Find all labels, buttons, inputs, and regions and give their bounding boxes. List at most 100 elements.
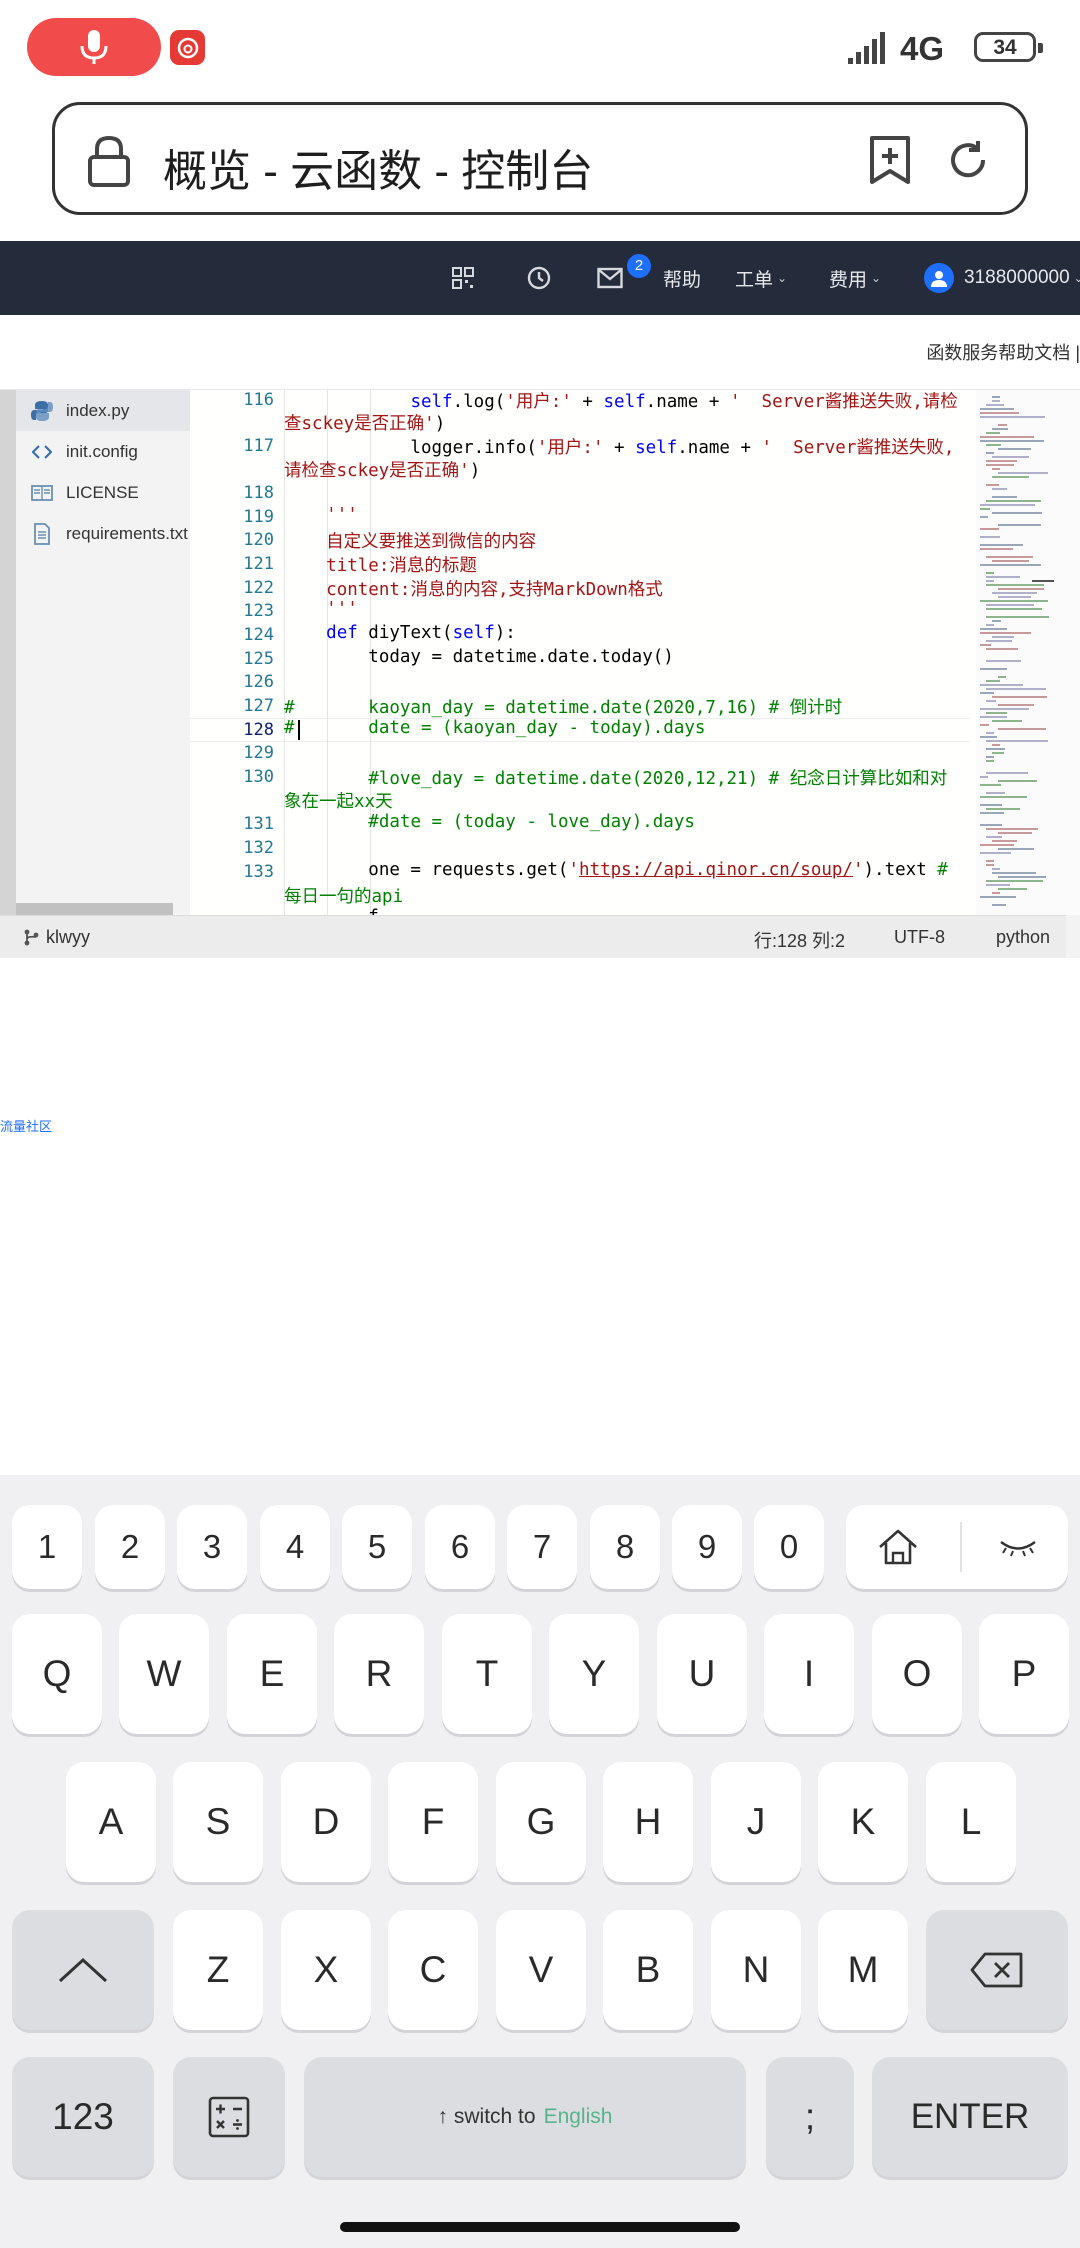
file-name: index.py <box>66 400 130 420</box>
home-indicator[interactable] <box>340 2222 740 2232</box>
key-9[interactable]: 9 <box>672 1505 742 1589</box>
key-b[interactable]: B <box>603 1910 693 2030</box>
file-tree-scrollbar[interactable] <box>16 903 173 915</box>
line-number: 130 <box>243 767 274 787</box>
key-p[interactable]: P <box>979 1614 1069 1734</box>
minimap-line <box>986 500 1041 502</box>
billing-menu[interactable]: 费用 ⌄ <box>829 241 881 315</box>
key-q[interactable]: Q <box>12 1614 102 1734</box>
line-number: 118 <box>243 483 274 503</box>
file-item-requirements[interactable]: requirements.txt <box>16 513 190 554</box>
hide-keyboard-icon[interactable] <box>998 1537 1038 1557</box>
minimap-line <box>986 580 994 582</box>
line-number: 124 <box>243 625 274 645</box>
minimap-line <box>992 456 1029 458</box>
account-menu[interactable]: 3188000000 ⌄ <box>924 241 1080 315</box>
code-minimap[interactable] <box>976 390 1080 915</box>
voice-input-button[interactable] <box>27 18 161 76</box>
key-n[interactable]: N <box>711 1910 801 2030</box>
mail-icon[interactable] <box>597 241 623 315</box>
line-number: 129 <box>243 743 274 763</box>
key-j[interactable]: J <box>711 1762 801 1882</box>
key-r[interactable]: R <box>334 1614 424 1734</box>
key-4[interactable]: 4 <box>260 1505 330 1589</box>
address-bar[interactable]: 概览 - 云函数 - 控制台 <box>52 102 1028 215</box>
file-encoding[interactable]: UTF-8 <box>894 927 945 948</box>
help-menu[interactable]: 帮助 <box>663 241 701 315</box>
shift-key[interactable] <box>12 1910 154 2030</box>
key-c[interactable]: C <box>388 1910 478 2030</box>
minimap-line <box>986 624 994 626</box>
console-top-nav: 2 帮助 工单 ⌄ 费用 ⌄ 3188000000 ⌄ <box>0 241 1080 315</box>
key-8[interactable]: 8 <box>590 1505 660 1589</box>
language-mode[interactable]: python <box>996 927 1050 948</box>
semicolon-key[interactable]: ; <box>766 2057 854 2177</box>
key-k[interactable]: K <box>818 1762 908 1882</box>
code-content[interactable]: self.log('用户:' + self.name + ' Server酱推送… <box>284 390 964 915</box>
help-doc-link[interactable]: 函数服务帮助文档 | <box>926 339 1080 365</box>
line-number: 117 <box>243 436 274 456</box>
key-i[interactable]: I <box>764 1614 854 1734</box>
file-icon <box>30 522 54 546</box>
cursor-position[interactable]: 行:128 列:2 <box>754 927 845 953</box>
code-line: # kaoyan_day = datetime.date(2020,7,16) … <box>284 698 843 718</box>
minimap-line <box>986 584 1044 586</box>
line-number: 121 <box>243 554 274 574</box>
account-id: 3188000000 <box>964 267 1070 288</box>
battery-icon: 34 <box>974 32 1043 62</box>
file-item-index-py[interactable]: index.py <box>16 390 190 431</box>
minimap-slider[interactable] <box>1032 580 1054 582</box>
file-name: init.config <box>66 441 138 461</box>
key-z[interactable]: Z <box>173 1910 263 2030</box>
key-a[interactable]: A <box>66 1762 156 1882</box>
minimap-line <box>980 724 989 726</box>
key-h[interactable]: H <box>603 1762 693 1882</box>
network-type: 4G <box>900 30 945 67</box>
minimap-line <box>986 576 1020 578</box>
key-0[interactable]: 0 <box>754 1505 824 1589</box>
key-m[interactable]: M <box>818 1910 908 2030</box>
key-1[interactable]: 1 <box>12 1505 82 1589</box>
key-s[interactable]: S <box>173 1762 263 1882</box>
key-g[interactable]: G <box>496 1762 586 1882</box>
key-y[interactable]: Y <box>549 1614 639 1734</box>
ticket-menu[interactable]: 工单 ⌄ <box>735 241 787 315</box>
key-x[interactable]: X <box>281 1910 371 2030</box>
line-number: 126 <box>243 672 274 692</box>
backspace-key[interactable] <box>926 1910 1068 2030</box>
key-w[interactable]: W <box>119 1614 209 1734</box>
bookmark-add-icon[interactable] <box>867 135 913 185</box>
minimap-line <box>980 528 999 530</box>
key-l[interactable]: L <box>926 1762 1016 1882</box>
key-v[interactable]: V <box>496 1910 586 2030</box>
key-6[interactable]: 6 <box>425 1505 495 1589</box>
branch-indicator[interactable]: klwyy <box>22 927 90 948</box>
key-f[interactable]: F <box>388 1762 478 1882</box>
home-icon[interactable] <box>876 1527 920 1567</box>
minimap-line <box>998 780 1037 782</box>
key-e[interactable]: E <box>227 1614 317 1734</box>
symbols-key[interactable] <box>173 2057 285 2177</box>
enter-key[interactable]: ENTER <box>872 2057 1068 2177</box>
file-item-license[interactable]: LICENSE <box>16 472 190 513</box>
key-u[interactable]: U <box>657 1614 747 1734</box>
space-key[interactable]: ↑ switch to English <box>304 2057 746 2177</box>
key-2[interactable]: 2 <box>95 1505 165 1589</box>
key-3[interactable]: 3 <box>177 1505 247 1589</box>
key-t[interactable]: T <box>442 1614 532 1734</box>
key-5[interactable]: 5 <box>342 1505 412 1589</box>
key-o[interactable]: O <box>872 1614 962 1734</box>
community-link[interactable]: 流量社区 <box>0 1116 52 1135</box>
code-panel[interactable]: 116 117 118 119 120 121 122 123 124 125 … <box>190 390 1080 915</box>
music-app-icon <box>170 30 205 65</box>
key-d[interactable]: D <box>281 1762 371 1882</box>
qr-code-icon[interactable] <box>451 241 475 315</box>
file-item-init-config[interactable]: init.config <box>16 431 190 472</box>
history-icon[interactable] <box>526 241 552 315</box>
keyboard-tools <box>846 1505 1068 1589</box>
reload-icon[interactable] <box>945 137 991 183</box>
minimap-line <box>980 436 1034 438</box>
number-mode-key[interactable]: 123 <box>12 2057 154 2177</box>
key-7[interactable]: 7 <box>507 1505 577 1589</box>
minimap-line <box>980 440 1044 442</box>
